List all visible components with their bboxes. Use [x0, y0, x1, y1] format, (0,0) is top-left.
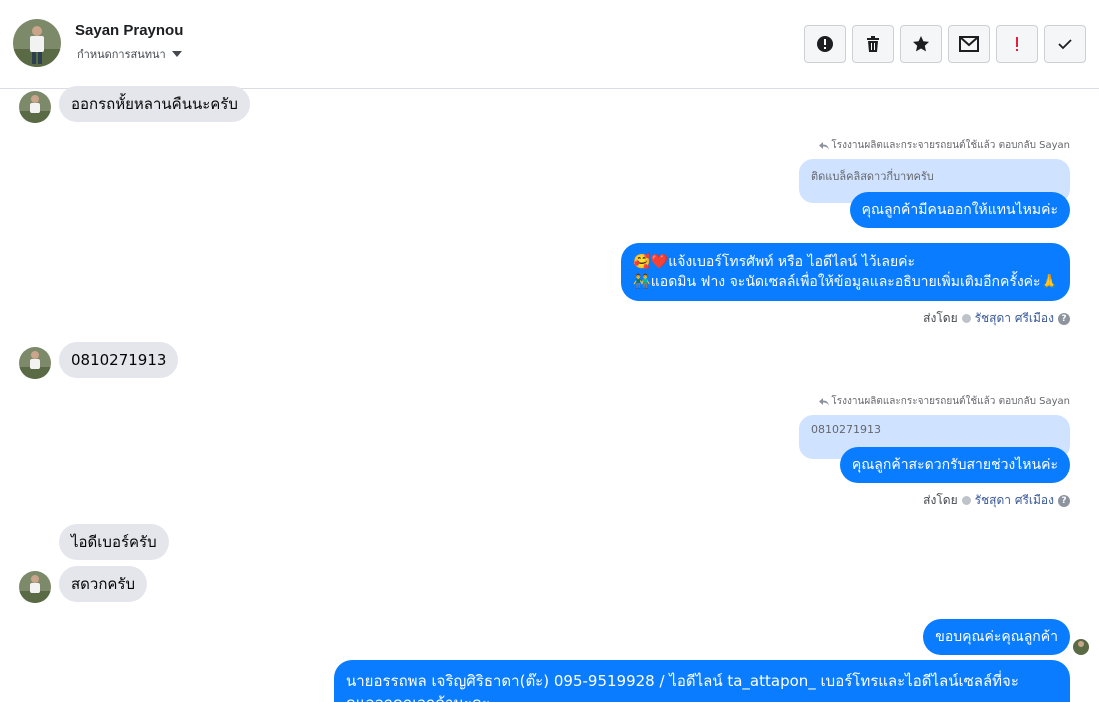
seen-avatar: [1073, 639, 1089, 655]
contact-avatar-small[interactable]: [19, 571, 51, 603]
alert-icon: [817, 36, 833, 52]
mark-done-button[interactable]: [1044, 25, 1086, 63]
reply-header: โรงงานผลิตและกระจายรถยนต์ใช้แล้ว ตอบกลับ…: [819, 138, 1070, 153]
reply-arrow-icon: [819, 397, 830, 406]
exclaim-icon: [1016, 37, 1018, 51]
mark-unread-button[interactable]: [948, 25, 990, 63]
reply-arrow-icon: [819, 141, 830, 150]
outgoing-message[interactable]: คุณลูกค้าสะดวกรับสายช่วงไหนค่ะ: [839, 447, 1070, 483]
mail-icon: [959, 36, 979, 52]
star-button[interactable]: [900, 25, 942, 63]
help-icon[interactable]: ?: [1058, 312, 1070, 325]
admin-avatar-icon: [961, 496, 971, 505]
sent-by-info: ส่งโดย รัชสุดา ศรีเมือง ?: [923, 309, 1070, 328]
important-button[interactable]: [996, 25, 1038, 63]
report-button[interactable]: [804, 25, 846, 63]
incoming-message[interactable]: สดวกครับ: [59, 566, 148, 602]
conversation-label: กำหนดการสนทนา: [77, 48, 166, 61]
conversation-header: Sayan Praynou กำหนดการสนทนา: [0, 0, 1099, 89]
contact-avatar-small[interactable]: [19, 347, 51, 379]
outgoing-message[interactable]: 🥰❤️แจ้งเบอร์โทรศัพท์ หรือ ไอดีไลน์ ไว้เล…: [621, 243, 1070, 301]
admin-avatar-icon: [961, 314, 971, 323]
delete-button[interactable]: [852, 25, 894, 63]
star-icon: [913, 36, 929, 52]
contact-name[interactable]: Sayan Praynou: [75, 22, 183, 39]
conversation-label-dropdown[interactable]: กำหนดการสนทนา: [77, 45, 182, 63]
caret-down-icon: [171, 51, 182, 57]
trash-icon: [867, 36, 879, 52]
sent-by-info: ส่งโดย รัชสุดา ศรีเมือง ?: [923, 491, 1070, 510]
incoming-message[interactable]: ไอดีเบอร์ครับ: [59, 524, 169, 560]
outgoing-message[interactable]: คุณลูกค้ามีคนออกให้แทนไหมค่ะ: [849, 192, 1070, 228]
action-toolbar: [804, 25, 1086, 63]
incoming-message[interactable]: 0810271913: [59, 342, 179, 378]
outgoing-message[interactable]: นายอรรถพล เจริญศิริธาดา(ต๊ะ) 095-9519928…: [334, 660, 1070, 702]
check-icon: [1058, 39, 1072, 50]
contact-avatar-small[interactable]: [19, 91, 51, 123]
reply-header: โรงงานผลิตและกระจายรถยนต์ใช้แล้ว ตอบกลับ…: [819, 394, 1070, 409]
contact-avatar[interactable]: [13, 19, 61, 67]
help-icon[interactable]: ?: [1058, 494, 1070, 507]
incoming-message[interactable]: ออกรถหั้ยหลานคืนนะครับ: [59, 86, 250, 122]
outgoing-message[interactable]: ขอบคุณค่ะคุณลูกค้า: [923, 619, 1070, 655]
